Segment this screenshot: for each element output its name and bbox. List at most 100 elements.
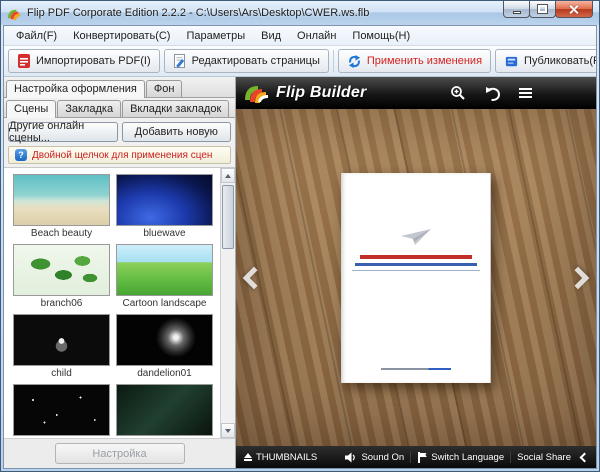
page-divider — [351, 269, 480, 271]
menu-options[interactable]: Параметры — [178, 28, 253, 44]
minimize-button[interactable] — [503, 1, 530, 18]
scene-thumbnail-branch[interactable] — [13, 244, 110, 296]
scene-thumbnail-beach[interactable] — [13, 174, 110, 226]
language-label: Switch Language — [431, 451, 505, 463]
maximize-button[interactable] — [529, 1, 556, 18]
titlebar[interactable]: Flip PDF Corporate Edition 2.2.2 - C:\Us… — [1, 1, 599, 25]
scene-settings-button[interactable]: Настройка — [54, 443, 185, 464]
scene-thumbnail-cartoon[interactable] — [116, 244, 213, 296]
bottombar-collapse-icon[interactable] — [579, 452, 590, 462]
scene-thumbnail-dandelion[interactable] — [116, 314, 213, 366]
scene-label: dandelion01 — [137, 368, 192, 379]
scene-thumbnail-bluewave[interactable] — [116, 174, 213, 226]
toolbar-separator — [332, 50, 334, 72]
sound-toggle[interactable]: Sound On — [345, 452, 404, 463]
scene-scrollbar[interactable] — [220, 168, 235, 438]
scene-thumbnail-child[interactable] — [13, 314, 110, 366]
switch-language-control[interactable]: Switch Language — [417, 451, 505, 463]
close-button[interactable] — [555, 1, 593, 18]
scene-label: branch06 — [40, 298, 83, 309]
window-body: Файл(F) Конвертировать(C) Параметры Вид … — [3, 25, 597, 469]
scene-label: Cartoon landscape — [122, 298, 207, 309]
menu-icon[interactable] — [519, 88, 532, 98]
scene-item[interactable]: Beach beauty — [10, 172, 113, 242]
publish-icon — [505, 56, 518, 66]
apply-changes-button[interactable]: Применить изменения — [337, 49, 492, 73]
minimize-icon — [512, 10, 521, 14]
menu-help[interactable]: Помощь(H) — [344, 28, 418, 44]
apply-changes-label: Применить изменения — [366, 55, 483, 67]
share-label: Social Share — [517, 451, 571, 463]
book-page[interactable] — [341, 172, 491, 383]
preview-bottombar: THUMBNAILS Sound On Switch Language Soci… — [236, 446, 596, 468]
page-title-line — [359, 254, 472, 259]
scene-item[interactable]: bluewave — [113, 172, 216, 242]
tab-bookmark[interactable]: Закладка — [57, 100, 122, 117]
bottombar-separator — [410, 451, 412, 463]
scene-tabs: Сцены Закладка Вкладки закладок — [4, 98, 235, 118]
preview-header: Flip Builder — [236, 77, 596, 109]
pdf-icon — [18, 54, 30, 68]
edit-pages-button[interactable]: Редактировать страницы — [163, 49, 329, 73]
thumbnails-control[interactable]: THUMBNAILS — [244, 452, 317, 463]
arrow-up-icon — [225, 173, 231, 178]
app-icon — [7, 9, 21, 20]
scene-item[interactable] — [10, 382, 113, 438]
zoom-in-icon[interactable] — [450, 85, 466, 101]
flip-builder-logo — [245, 86, 268, 103]
scroll-down-button[interactable] — [221, 423, 235, 438]
scene-item[interactable]: child — [10, 312, 113, 382]
menu-view[interactable]: Вид — [253, 28, 289, 44]
thumbnails-label: THUMBNAILS — [256, 451, 318, 463]
prev-page-icon[interactable] — [242, 266, 266, 289]
scene-thumbnail-partial-2[interactable] — [116, 384, 213, 436]
scene-thumbnail-partial-1[interactable] — [13, 384, 110, 436]
design-tabs: Настройка оформления Фон — [4, 77, 235, 98]
sound-label: Sound On — [361, 451, 405, 463]
flag-icon — [417, 451, 427, 463]
paper-plane-icon — [400, 228, 431, 245]
thumbnails-icon — [244, 453, 252, 461]
undo-icon[interactable] — [484, 86, 501, 101]
tab-scenes[interactable]: Сцены — [6, 100, 57, 118]
scroll-thumb[interactable] — [222, 185, 234, 249]
flipbook-stage — [236, 109, 596, 446]
book-preview: Flip Builder THUMBNAILS Sound On Switch … — [236, 77, 596, 468]
window-controls — [503, 1, 593, 18]
page-subtitle-line — [354, 262, 477, 266]
scene-item[interactable] — [113, 382, 216, 438]
help-icon: ? — [15, 149, 27, 161]
menubar: Файл(F) Конвертировать(C) Параметры Вид … — [4, 26, 596, 46]
tab-background[interactable]: Фон — [145, 80, 183, 97]
more-online-scenes-button[interactable]: Другие онлайн сцены... — [8, 120, 118, 144]
menu-file[interactable]: Файл(F) — [8, 28, 65, 44]
add-new-scene-button[interactable]: Добавить новую — [121, 122, 231, 142]
scene-label: Beach beauty — [30, 228, 93, 239]
scene-hint-text: Двойной щелчок для применения сцен — [32, 149, 213, 161]
close-icon — [569, 4, 579, 14]
refresh-icon — [348, 54, 361, 68]
import-pdf-button[interactable]: Импортировать PDF(I) — [8, 49, 160, 73]
publish-button[interactable]: Публиковать(P) — [495, 49, 596, 73]
scene-item[interactable]: dandelion01 — [113, 312, 216, 382]
scene-grid: Beach beauty bluewave branch06 Cartoon l… — [4, 168, 220, 438]
arrow-down-icon — [225, 428, 231, 433]
toolbar: Импортировать PDF(I) Редактировать стран… — [4, 46, 596, 77]
speaker-icon — [345, 452, 356, 462]
menu-online[interactable]: Онлайн — [289, 28, 344, 44]
tab-bookmark-tabs[interactable]: Вкладки закладок — [122, 100, 230, 117]
social-share-control[interactable]: Social Share — [517, 452, 571, 463]
scene-label: bluewave — [143, 228, 186, 239]
next-page-icon[interactable] — [566, 266, 590, 289]
scene-grid-wrap: Beach beauty bluewave branch06 Cartoon l… — [4, 167, 235, 438]
scroll-up-button[interactable] — [221, 168, 235, 183]
sidebar-footer: Настройка — [4, 438, 235, 468]
app-window: Flip PDF Corporate Edition 2.2.2 - C:\Us… — [0, 0, 600, 472]
scene-item[interactable]: branch06 — [10, 242, 113, 312]
menu-convert[interactable]: Конвертировать(C) — [65, 28, 178, 44]
scene-item[interactable]: Cartoon landscape — [113, 242, 216, 312]
tab-design-settings[interactable]: Настройка оформления — [6, 80, 145, 98]
brand-name: Flip Builder — [276, 84, 367, 101]
sidebar: Настройка оформления Фон Сцены Закладка … — [4, 77, 236, 468]
publish-label: Публиковать(P) — [524, 55, 596, 67]
